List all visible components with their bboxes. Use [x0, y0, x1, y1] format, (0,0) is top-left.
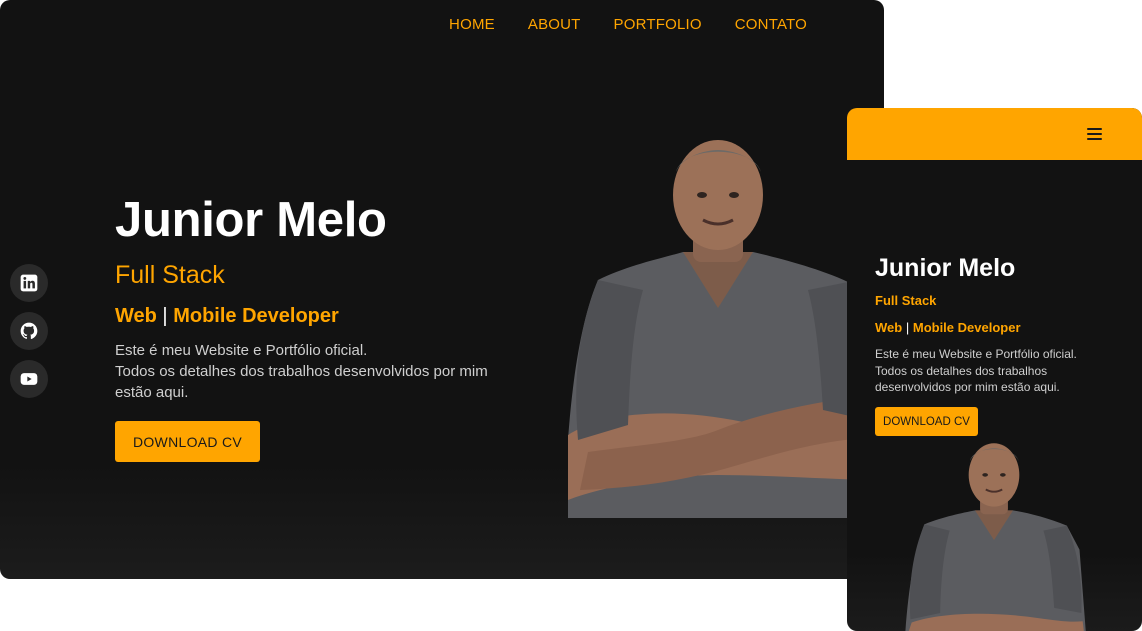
main-nav: HOME ABOUT PORTFOLIO CONTATO — [449, 16, 807, 33]
youtube-icon — [20, 373, 38, 385]
hero-role: Web | Mobile Developer — [115, 305, 339, 328]
mobile-hero-role: Web | Mobile Developer — [875, 320, 1021, 335]
hero-description-line-1: Este é meu Website e Portfólio oficial. — [115, 342, 368, 359]
github-icon — [20, 322, 38, 340]
role-separator: | — [162, 305, 168, 327]
nav-contato-link[interactable]: CONTATO — [735, 16, 807, 33]
hero-description-line-2: Todos os detalhes dos trabalhos desenvol… — [115, 363, 488, 401]
role-web: Web — [115, 305, 157, 327]
mobile-hero-description-line-2: Todos os detalhes dos trabalhos desenvol… — [875, 363, 1060, 395]
mobile-header — [847, 108, 1142, 160]
github-button[interactable] — [10, 312, 48, 350]
mobile-download-cv-button[interactable]: DOWNLOAD CV — [875, 407, 978, 436]
download-cv-button[interactable]: DOWNLOAD CV — [115, 421, 260, 462]
mobile-profile-photo — [905, 443, 1086, 631]
nav-about-link[interactable]: ABOUT — [528, 16, 581, 33]
mobile-role-mobile: Mobile Developer — [912, 320, 1021, 335]
mobile-hero-description-line-1: Este é meu Website e Portfólio oficial. — [875, 347, 1077, 361]
mobile-hero-name: Junior Melo — [875, 254, 1016, 282]
youtube-button[interactable] — [10, 360, 48, 398]
role-mobile: Mobile Developer — [173, 305, 339, 327]
hamburger-icon[interactable] — [1087, 128, 1102, 140]
hero-stack: Full Stack — [115, 261, 225, 289]
desktop-mockup: HOME ABOUT PORTFOLIO CONTATO Junior Melo — [0, 0, 884, 579]
nav-portfolio-link[interactable]: PORTFOLIO — [614, 16, 702, 33]
linkedin-button[interactable] — [10, 264, 48, 302]
profile-photo — [568, 140, 868, 518]
mobile-hero-description: Este é meu Website e Portfólio oficial. … — [875, 346, 1090, 396]
hero-name: Junior Melo — [115, 193, 387, 247]
mobile-role-separator: | — [905, 320, 910, 335]
linkedin-icon — [20, 274, 38, 292]
mobile-role-web: Web — [875, 320, 903, 335]
nav-home-link[interactable]: HOME — [449, 16, 495, 33]
hero-description: Este é meu Website e Portfólio oficial. … — [115, 340, 515, 403]
mobile-mockup: Junior Melo Full Stack Web | Mobile Deve… — [847, 108, 1142, 631]
social-links — [10, 264, 48, 398]
mobile-hero-stack: Full Stack — [875, 293, 937, 308]
